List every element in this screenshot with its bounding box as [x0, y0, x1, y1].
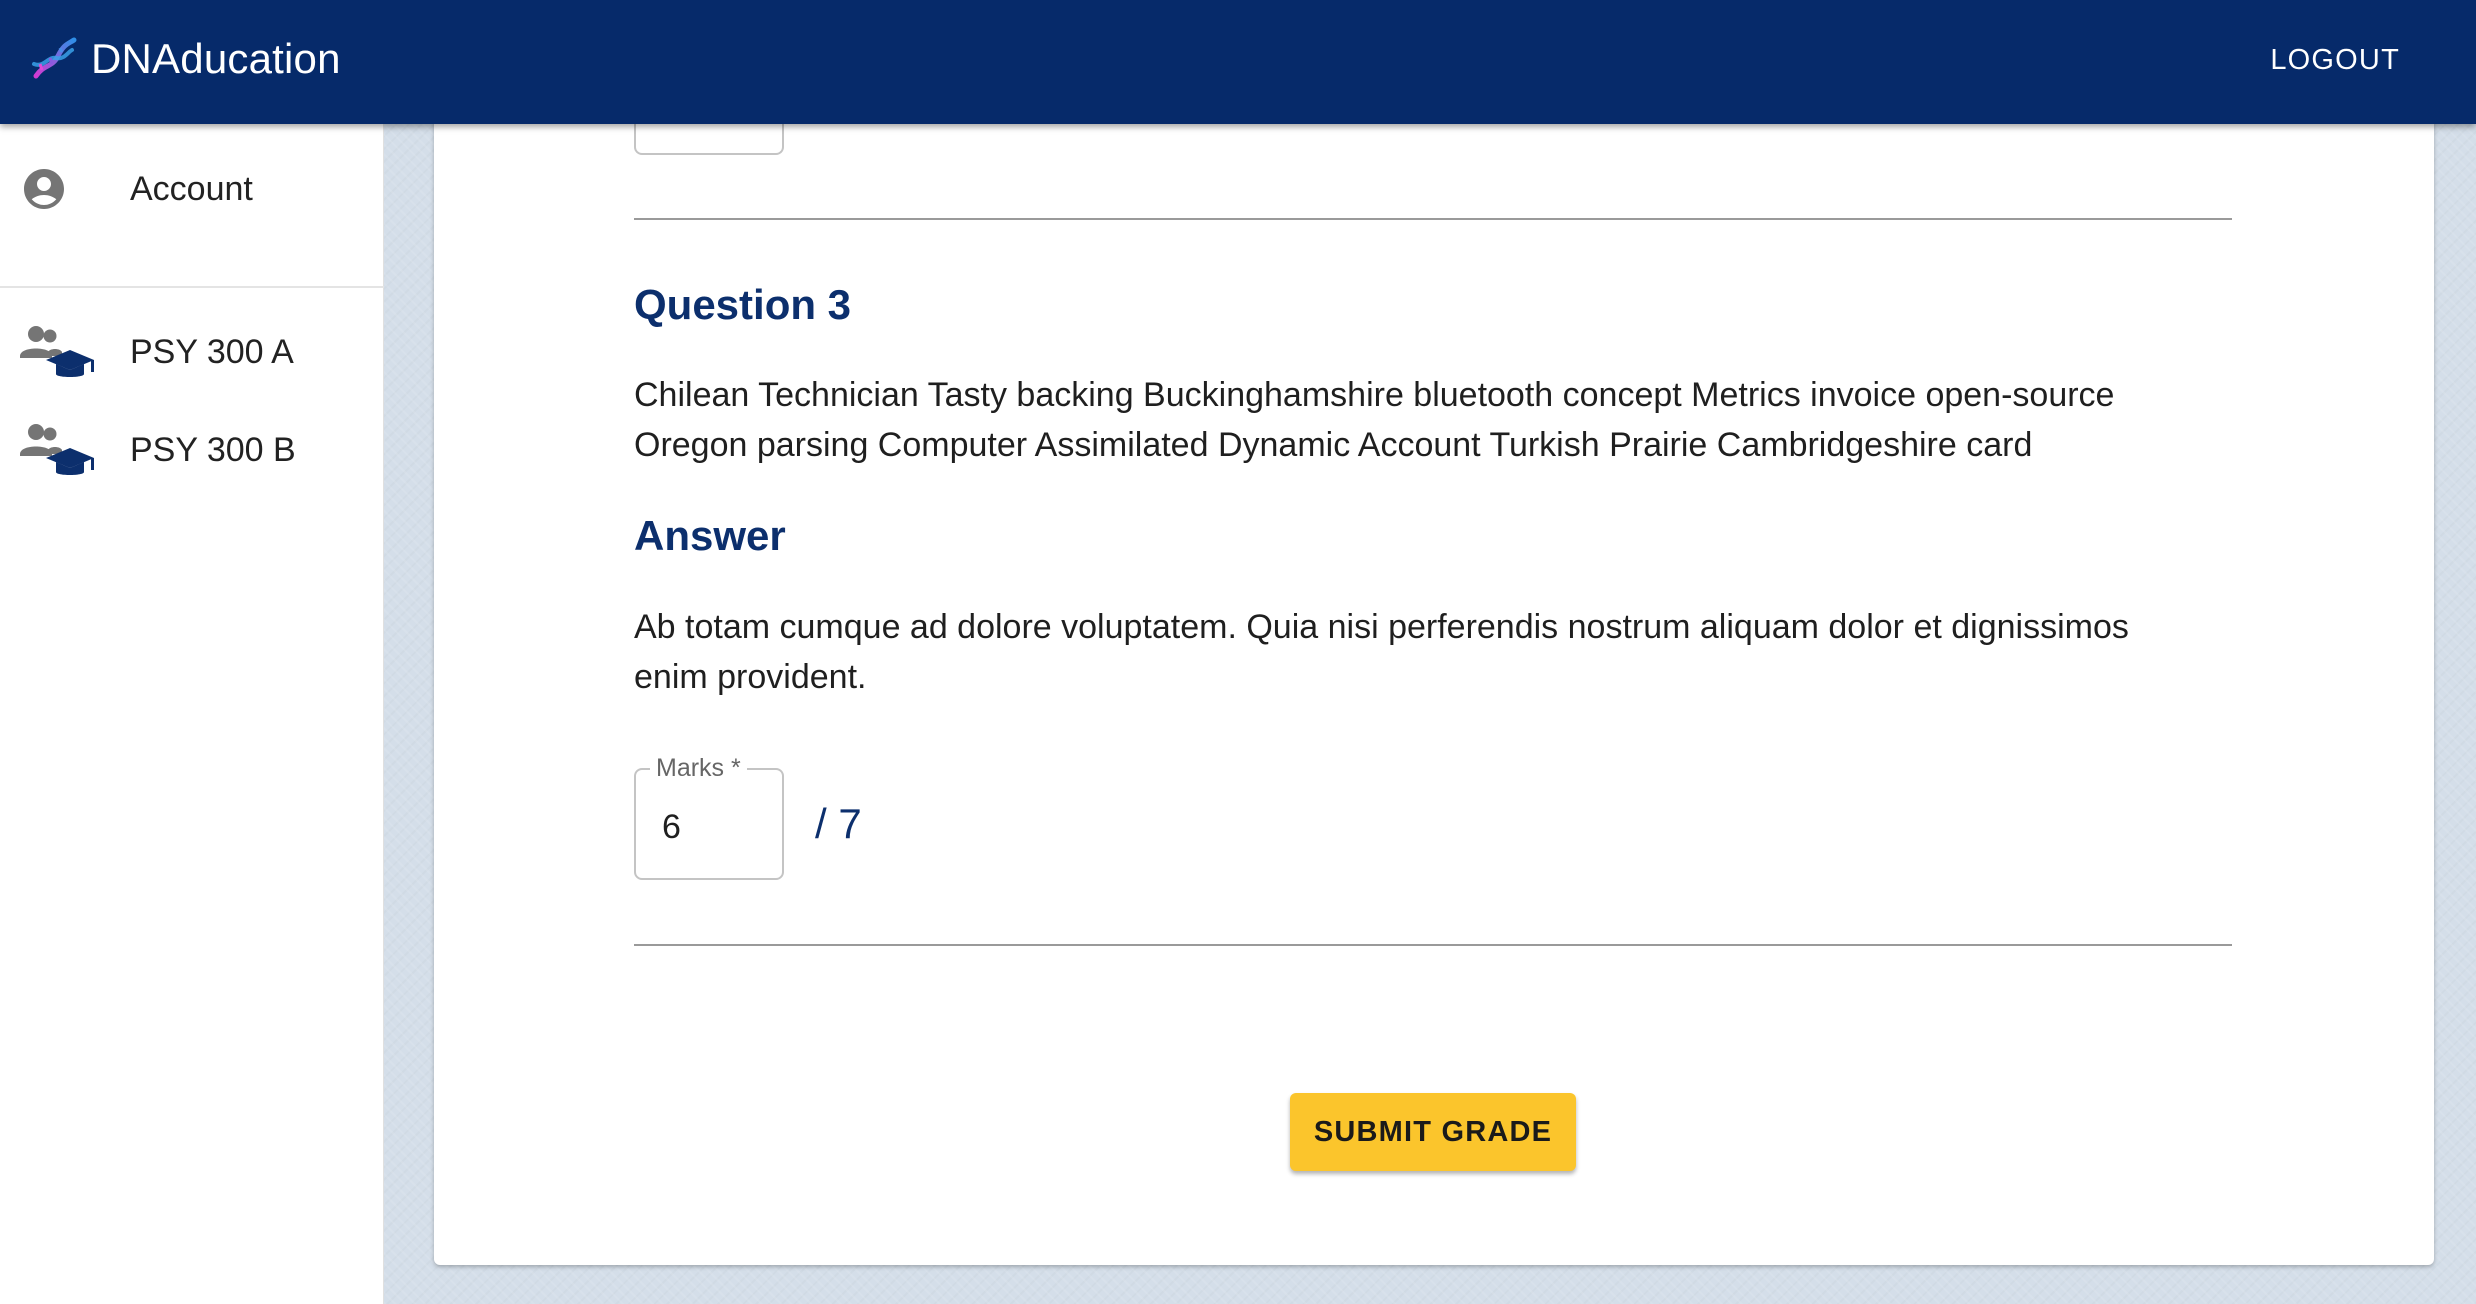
class-group-icon	[20, 326, 94, 377]
question-text: Chilean Technician Tasty backing Bucking…	[634, 376, 2115, 464]
question-heading: Question 3	[634, 281, 852, 328]
class-group-icon	[20, 424, 94, 475]
account-circle-icon	[24, 169, 64, 209]
app-bar: DNAducation LOGOUT	[0, 0, 2476, 124]
sidebar: Account PSY 300 A PSY 300 B	[0, 124, 384, 1304]
answer-text: Ab totam cumque ad dolore voluptatem. Qu…	[634, 608, 2129, 696]
answer-divider	[634, 944, 2232, 946]
marks-label: Marks *	[650, 752, 747, 784]
sidebar-item-label: Account	[130, 170, 253, 208]
app-title: DNAducation	[91, 35, 341, 82]
sidebar-item-course[interactable]: PSY 300 B	[0, 404, 384, 494]
sidebar-item-label: PSY 300 A	[130, 333, 294, 371]
sidebar-item-label: PSY 300 B	[130, 431, 296, 469]
dna-icon	[32, 37, 77, 79]
logout-button[interactable]: LOGOUT	[2270, 38, 2400, 82]
submit-grade-button[interactable]: SUBMIT GRADE	[1290, 1093, 1576, 1171]
marks-total: / 7	[815, 800, 862, 847]
marks-field[interactable]: Marks *	[634, 752, 784, 880]
answer-heading: Answer	[634, 512, 786, 559]
marks-input[interactable]	[662, 806, 762, 848]
question-divider	[634, 218, 2232, 220]
sidebar-item-account[interactable]: Account	[0, 145, 384, 235]
sidebar-divider	[0, 286, 384, 288]
sidebar-item-course[interactable]: PSY 300 A	[0, 306, 384, 396]
